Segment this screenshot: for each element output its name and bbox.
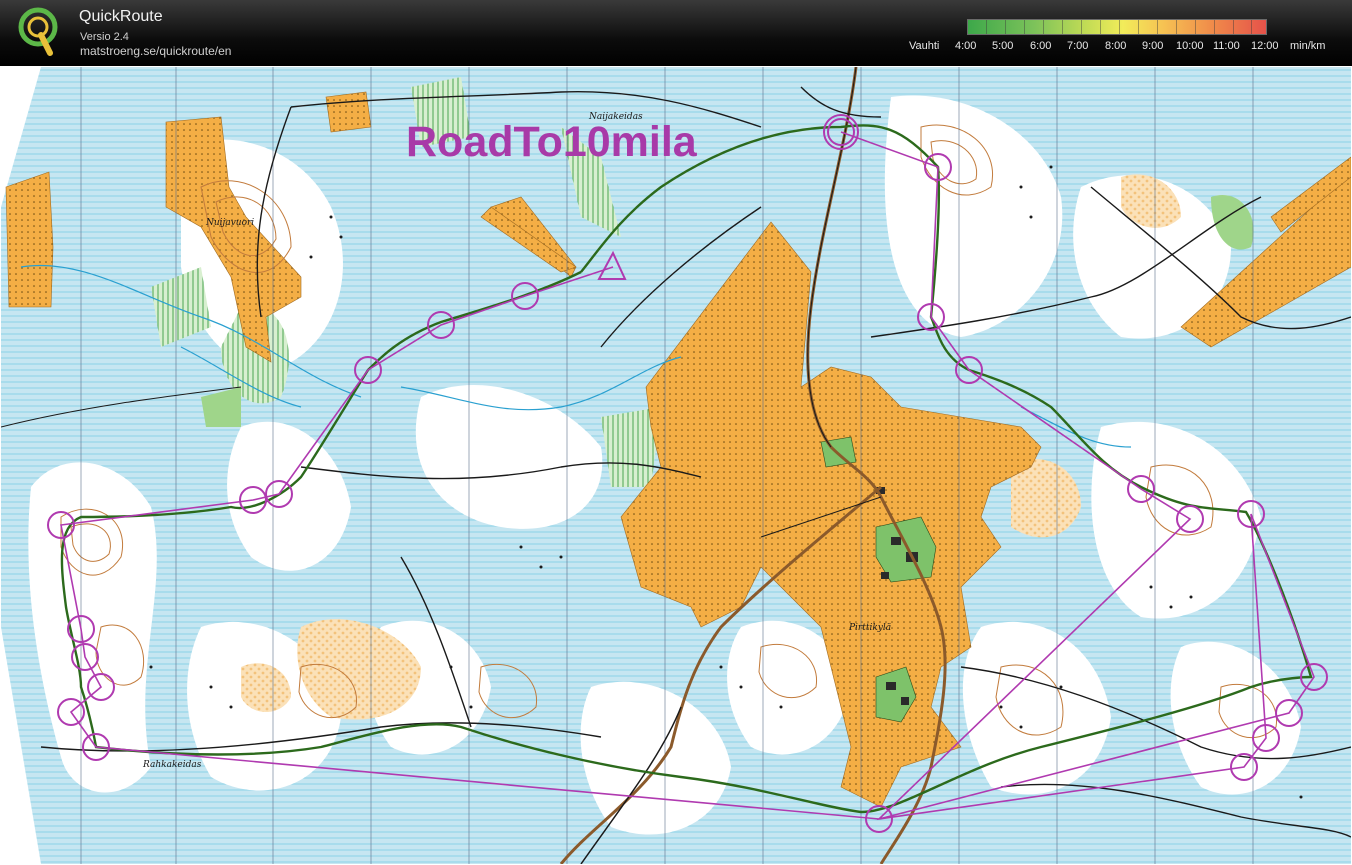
- speed-tick-label: 10:00: [1176, 40, 1204, 52]
- speed-tick-label: 8:00: [1105, 40, 1127, 52]
- place-name-pirttikyla: Pirttikylä: [848, 623, 891, 633]
- orienteering-map[interactable]: Naijakeidas Nuijavuori Pirttikylä Rahkak…: [1, 67, 1351, 864]
- app-version: Versio 2.4: [80, 31, 129, 43]
- speed-tick-label: 4:00: [955, 40, 977, 52]
- map-canvas: Naijakeidas Nuijavuori Pirttikylä Rahkak…: [1, 67, 1351, 864]
- map-overlay-title: RoadTo10mila: [406, 118, 698, 166]
- quickroute-logo-icon: [18, 7, 58, 56]
- speed-tick-label: 5:00: [992, 40, 1014, 52]
- speed-tick-label: 9:00: [1142, 40, 1164, 52]
- speed-tick-label: 12:00: [1251, 40, 1279, 52]
- speed-tick-label: 7:00: [1067, 40, 1089, 52]
- speed-color-scale: [967, 19, 1267, 35]
- app-url[interactable]: matstroeng.se/quickroute/en: [80, 44, 231, 58]
- speed-unit-label: min/km: [1290, 40, 1326, 52]
- speed-legend-label: Vauhti: [909, 40, 940, 52]
- place-name-nuijavuori: Nuijavuori: [205, 218, 254, 228]
- app-title: QuickRoute: [79, 8, 163, 25]
- speed-tick-label: 6:00: [1030, 40, 1052, 52]
- speed-tick-label: 11:00: [1213, 40, 1240, 52]
- app-header: QuickRoute Versio 2.4 matstroeng.se/quic…: [0, 0, 1352, 66]
- place-name-rahkakeidas: Rahkakeidas: [142, 760, 202, 770]
